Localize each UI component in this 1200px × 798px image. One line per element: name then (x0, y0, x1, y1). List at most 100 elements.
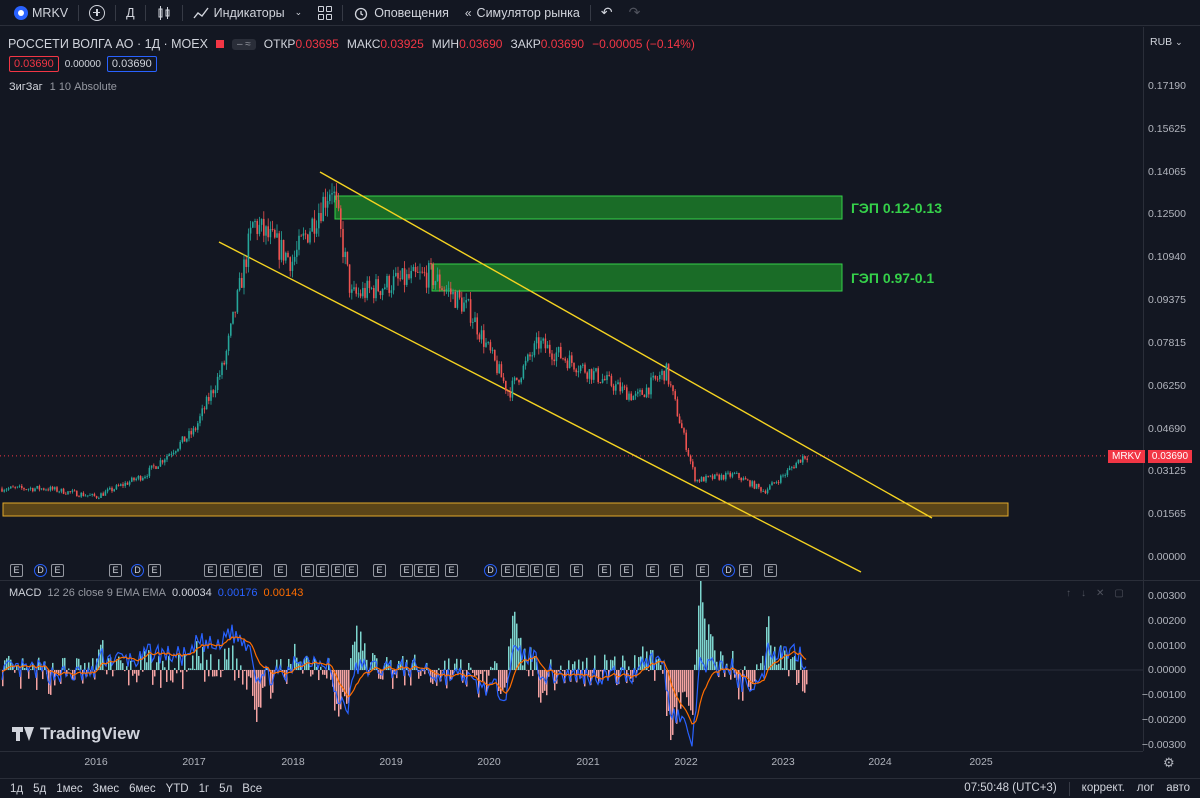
earnings-marker[interactable]: E (316, 564, 329, 577)
dividend-marker[interactable]: D (484, 564, 497, 577)
candle (485, 342, 487, 347)
arrow-up-icon[interactable]: ↑ (1066, 588, 1071, 599)
earnings-marker[interactable]: E (109, 564, 122, 577)
adjust-toggle[interactable]: коррект. (1082, 782, 1125, 796)
candle (379, 291, 382, 296)
macd-hist-bar (256, 670, 258, 722)
layouts-button[interactable] (310, 0, 340, 26)
log-toggle[interactable]: лог (1137, 782, 1154, 796)
earnings-marker[interactable]: E (670, 564, 683, 577)
range-button[interactable]: 1д (10, 783, 23, 795)
earnings-marker[interactable]: E (570, 564, 583, 577)
earnings-marker[interactable]: E (646, 564, 659, 577)
candle (443, 289, 445, 291)
earnings-marker[interactable]: E (204, 564, 217, 577)
earnings-marker[interactable]: E (400, 564, 413, 577)
macd-hist-bar (192, 655, 194, 670)
candle (520, 378, 522, 383)
earnings-marker[interactable]: E (331, 564, 344, 577)
candle (243, 259, 245, 288)
close-icon[interactable]: ✕ (1096, 588, 1104, 599)
earnings-marker[interactable]: E (249, 564, 262, 577)
candle (76, 490, 78, 497)
clock[interactable]: 07:50:48 (UTC+3) (964, 782, 1056, 796)
candle (685, 432, 687, 450)
range-button[interactable]: 5л (219, 783, 232, 795)
macd-hist-bar (522, 665, 524, 670)
symbol-search[interactable]: MRKV (6, 0, 76, 26)
range-button[interactable]: 1г (199, 783, 210, 795)
dividend-marker[interactable]: D (131, 564, 144, 577)
earnings-marker[interactable]: E (598, 564, 611, 577)
earnings-marker[interactable]: E (501, 564, 514, 577)
candle (166, 456, 168, 460)
candle (718, 474, 720, 480)
auto-toggle[interactable]: авто (1166, 782, 1190, 796)
macd-chart[interactable] (0, 581, 1143, 751)
candle (720, 474, 723, 480)
maximize-icon[interactable]: ▢ (1114, 588, 1123, 599)
settings-gear-icon[interactable]: ⚙ (1163, 755, 1175, 771)
earnings-marker[interactable]: E (530, 564, 543, 577)
earnings-marker[interactable]: E (696, 564, 709, 577)
range-button[interactable]: Все (242, 783, 262, 795)
macd-legend[interactable]: MACD 12 26 close 9 EMA EMA 0.00034 0.001… (9, 587, 303, 599)
bottom-bar: 1д 5д 1мес 3мес 6мес YTD 1г 5л Все 07:50:48 (UTC… (0, 778, 1200, 798)
chart-type-button[interactable] (148, 0, 180, 26)
candle (168, 454, 170, 457)
arrow-down-icon[interactable]: ↓ (1081, 588, 1086, 599)
time-axis[interactable]: 2016 2017 2018 2019 2020 2021 2022 2023 2024 2025 (0, 751, 1143, 778)
candle (135, 478, 137, 481)
dividend-marker[interactable]: D (34, 564, 47, 577)
earnings-marker[interactable]: E (274, 564, 287, 577)
range-button[interactable]: 3мес (93, 783, 119, 795)
earnings-marker[interactable]: E (426, 564, 439, 577)
time-tick-label: 2016 (84, 756, 108, 768)
macd-hist-bar (242, 670, 244, 685)
macd-hist-bar (312, 670, 314, 675)
earnings-marker[interactable]: E (764, 564, 777, 577)
earnings-marker[interactable]: E (301, 564, 314, 577)
earnings-marker[interactable]: E (220, 564, 233, 577)
earnings-marker[interactable]: E (739, 564, 752, 577)
macd-label: MACD (9, 587, 42, 599)
gap-label-lower: ГЭП 0.97-0.1 (851, 270, 934, 286)
candle (386, 276, 388, 288)
compare-button[interactable] (81, 0, 113, 26)
earnings-marker[interactable]: E (234, 564, 247, 577)
candle (428, 262, 430, 288)
price-chart[interactable]: ГЭП 0.12-0.13 ГЭП 0.97-0.1 (0, 27, 1143, 580)
range-button[interactable]: 1мес (56, 783, 82, 795)
earnings-marker[interactable]: E (51, 564, 64, 577)
time-tick-label: 2022 (674, 756, 698, 768)
price-scale[interactable]: 0.17190 0.15625 0.14065 0.12500 0.10940 0.093… (1142, 27, 1200, 751)
range-button[interactable]: YTD (166, 783, 189, 795)
macd-hist-bar (320, 666, 322, 670)
earnings-marker[interactable]: E (10, 564, 23, 577)
dividend-marker[interactable]: D (722, 564, 735, 577)
interval-button[interactable]: Д (118, 0, 142, 26)
replay-button[interactable]: « Симулятор рынка (457, 0, 588, 26)
range-button[interactable]: 6мес (129, 783, 155, 795)
candle (65, 493, 67, 495)
range-button[interactable]: 5д (33, 783, 46, 795)
alerts-button[interactable]: Оповещения (345, 0, 457, 26)
undo-button[interactable]: ↶ (593, 0, 621, 26)
candle (502, 377, 505, 381)
candle (555, 352, 558, 362)
earnings-marker[interactable]: E (516, 564, 529, 577)
redo-button[interactable]: ↷ (621, 0, 649, 26)
earnings-marker[interactable]: E (546, 564, 559, 577)
candle (777, 482, 780, 484)
candle (236, 290, 239, 313)
candle (333, 191, 335, 194)
earnings-marker[interactable]: E (620, 564, 633, 577)
earnings-marker[interactable]: E (373, 564, 386, 577)
candle (205, 396, 208, 410)
indicators-button[interactable]: Индикаторы ⌄ (185, 0, 311, 26)
price-tick-label: 0.04690 (1148, 422, 1186, 435)
earnings-marker[interactable]: E (345, 564, 358, 577)
layouts-grid-icon (318, 5, 333, 20)
earnings-marker[interactable]: E (148, 564, 161, 577)
earnings-marker[interactable]: E (445, 564, 458, 577)
